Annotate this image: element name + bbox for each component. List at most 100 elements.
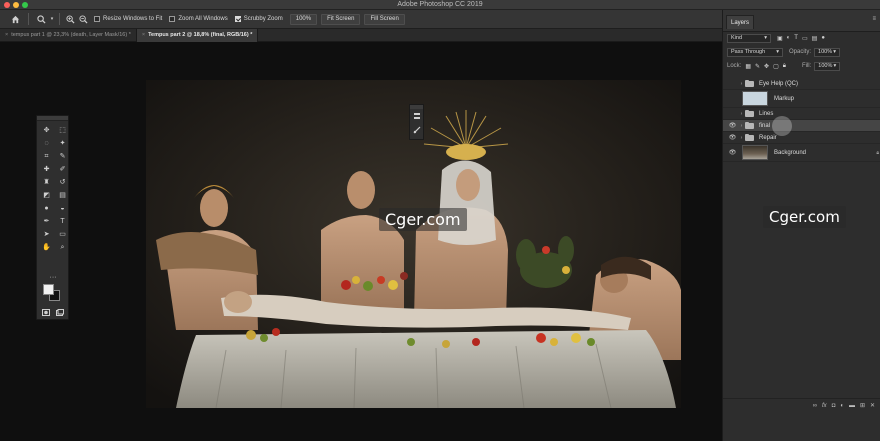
link-icon[interactable]: ∞	[813, 403, 817, 409]
pixel-filter-icon[interactable]: ▣	[777, 35, 783, 42]
healing-brush-icon[interactable]: ✚	[40, 163, 53, 175]
chevron-down-icon[interactable]: ▾	[49, 12, 55, 26]
mini-panel	[409, 104, 424, 140]
lock-transparency-icon[interactable]: ▦	[745, 63, 751, 70]
expand-arrow-icon[interactable]: ›	[738, 81, 745, 87]
foreground-color-swatch[interactable]	[43, 284, 54, 295]
folder-icon	[745, 133, 754, 141]
properties-icon[interactable]	[410, 109, 423, 123]
fill-field[interactable]: 100% ▾	[814, 61, 841, 71]
layer-thumbnail	[742, 145, 768, 160]
expand-arrow-icon[interactable]: ›	[738, 135, 745, 141]
eye-icon[interactable]: 👁︎	[727, 134, 738, 141]
pen-tool-icon[interactable]: ✒	[40, 215, 53, 227]
checkbox-box[interactable]	[94, 16, 100, 22]
type-tool-icon[interactable]: T	[56, 215, 69, 227]
clone-stamp-icon[interactable]: ♜	[40, 176, 53, 188]
crop-tool-icon[interactable]: ⌗	[40, 150, 53, 162]
document-tab-label: tempus part 1 @ 23,3% (death, Layer Mask…	[11, 32, 131, 38]
divider	[28, 13, 29, 25]
new-layer-icon[interactable]: ⊞	[860, 402, 865, 409]
zoom-tool-icon[interactable]: ⌕	[56, 241, 69, 253]
fill-screen-button[interactable]: Fill Screen	[364, 13, 405, 25]
gradient-tool-icon[interactable]: ▤	[56, 189, 69, 201]
home-icon[interactable]	[6, 12, 24, 26]
layer-row[interactable]: Markup	[723, 90, 880, 108]
mask-icon[interactable]: ◘	[832, 403, 836, 409]
zoom-out-icon[interactable]	[77, 12, 90, 26]
brush-settings-icon[interactable]	[410, 123, 423, 137]
resize-windows-checkbox[interactable]: Resize Windows to Fit	[94, 16, 162, 22]
filter-kind-value: Kind	[731, 35, 743, 41]
layer-row[interactable]: 👁︎ Background 🔒︎	[723, 144, 880, 162]
lock-all-icon[interactable]: 🔒︎	[783, 63, 786, 70]
layer-row[interactable]: 👁︎ › Repair	[723, 132, 880, 144]
zoom-in-icon[interactable]	[64, 12, 77, 26]
adjustment-icon[interactable]: ◐	[840, 403, 844, 409]
layer-filter-row: Kind ▾ ▣ ◐ T ▭ ▤ ●	[723, 32, 880, 44]
lock-position-icon[interactable]: ✥	[764, 63, 769, 70]
opacity-field[interactable]: 100% ▾	[814, 47, 841, 57]
chevron-down-icon: ▾	[833, 63, 837, 69]
layers-tab[interactable]: Layers	[726, 15, 755, 29]
screen-mode-icon[interactable]	[55, 308, 65, 317]
checkbox-box[interactable]	[169, 16, 176, 22]
type-filter-icon[interactable]: T	[794, 35, 798, 41]
smart-object-filter-icon[interactable]: ▤	[812, 35, 818, 42]
edit-toolbar-icon[interactable]: ···	[47, 273, 59, 281]
magnifier-icon[interactable]	[33, 12, 49, 26]
layer-list: › Eye Help (QC) Markup › Lines 👁︎ › fina…	[723, 78, 880, 162]
lock-pixels-icon[interactable]: ✎	[755, 63, 760, 70]
history-brush-icon[interactable]: ↺	[56, 176, 69, 188]
watermark-text: Cger.com	[379, 208, 467, 231]
blend-mode-value: Pass Through	[731, 49, 766, 55]
zoom-100-button[interactable]: 100%	[289, 13, 318, 25]
layer-row-selected[interactable]: 👁︎ › final	[723, 116, 880, 136]
lasso-tool-icon[interactable]: ◌	[40, 137, 53, 149]
move-tool-icon[interactable]: ✥	[40, 124, 53, 136]
hand-tool-icon[interactable]: ✋	[40, 241, 53, 253]
tools-panel: ✥ ⬚ ◌ ✦ ⌗ ✎ ✚ ✐ ♜ ↺ ◩ ▤ ● ◒ ✒ T ➤ ▭ ✋ ⌕ ···	[36, 115, 69, 320]
magic-wand-icon[interactable]: ✦	[56, 137, 69, 149]
group-icon[interactable]: ▬	[849, 403, 855, 409]
close-tab-icon[interactable]: ×	[142, 32, 145, 38]
fx-icon[interactable]: fx	[822, 403, 827, 409]
marquee-tool-icon[interactable]: ⬚	[56, 124, 69, 136]
document-tab-active[interactable]: × Tempus part 2 @ 18,8% (final, RGB/16) *	[136, 29, 259, 42]
shape-tool-icon[interactable]: ▭	[56, 228, 69, 240]
brush-tool-icon[interactable]: ✐	[56, 163, 69, 175]
blend-mode-select[interactable]: Pass Through ▾	[727, 47, 783, 57]
layer-row[interactable]: › Eye Help (QC)	[723, 78, 880, 90]
expand-arrow-icon[interactable]: ›	[738, 123, 745, 129]
blur-tool-icon[interactable]: ●	[40, 202, 53, 214]
fill-label: Fill:	[801, 63, 812, 69]
panel-menu-icon[interactable]: ≡	[872, 16, 876, 22]
color-swatches[interactable]	[43, 284, 63, 304]
expand-arrow-icon[interactable]: ›	[738, 111, 745, 117]
eye-icon[interactable]: 👁︎	[727, 122, 738, 129]
layer-thumbnail	[742, 91, 768, 106]
document-tab[interactable]: × tempus part 1 @ 23,3% (death, Layer Mas…	[0, 29, 137, 42]
filter-toggle-icon[interactable]: ●	[821, 35, 825, 41]
layer-row[interactable]: › Lines	[723, 108, 880, 120]
fit-screen-button[interactable]: Fit Screen	[321, 13, 361, 25]
folder-icon	[745, 121, 754, 129]
path-selection-icon[interactable]: ➤	[40, 228, 53, 240]
checkbox-box-checked[interactable]	[234, 16, 241, 22]
dodge-tool-icon[interactable]: ◒	[56, 202, 69, 214]
quick-mask-icon[interactable]	[41, 308, 51, 317]
close-tab-icon[interactable]: ×	[5, 32, 8, 38]
filter-kind-select[interactable]: Kind ▾	[727, 33, 771, 43]
zoom-all-windows-checkbox[interactable]: Zoom All Windows	[169, 16, 228, 22]
trash-icon[interactable]: ✕	[870, 402, 875, 409]
shape-filter-icon[interactable]: ▭	[802, 35, 808, 42]
adjustment-filter-icon[interactable]: ◐	[787, 35, 791, 41]
layer-name: Repair	[759, 134, 777, 141]
eyedropper-icon[interactable]: ✎	[56, 150, 69, 162]
eraser-icon[interactable]: ◩	[40, 189, 53, 201]
opacity-value: 100%	[818, 49, 833, 55]
eye-icon[interactable]: 👁︎	[727, 149, 738, 156]
lock-artboard-icon[interactable]: ▢	[773, 63, 779, 70]
scrubby-zoom-checkbox[interactable]: Scrubby Zoom	[234, 16, 283, 22]
canvas-area[interactable]: Cger.com ✥ ⬚ ◌ ✦ ⌗ ✎ ✚ ✐ ♜ ↺ ◩ ▤ ● ◒ ✒ T ➤ ▭ ✋ ⌕ ···	[0, 42, 722, 441]
